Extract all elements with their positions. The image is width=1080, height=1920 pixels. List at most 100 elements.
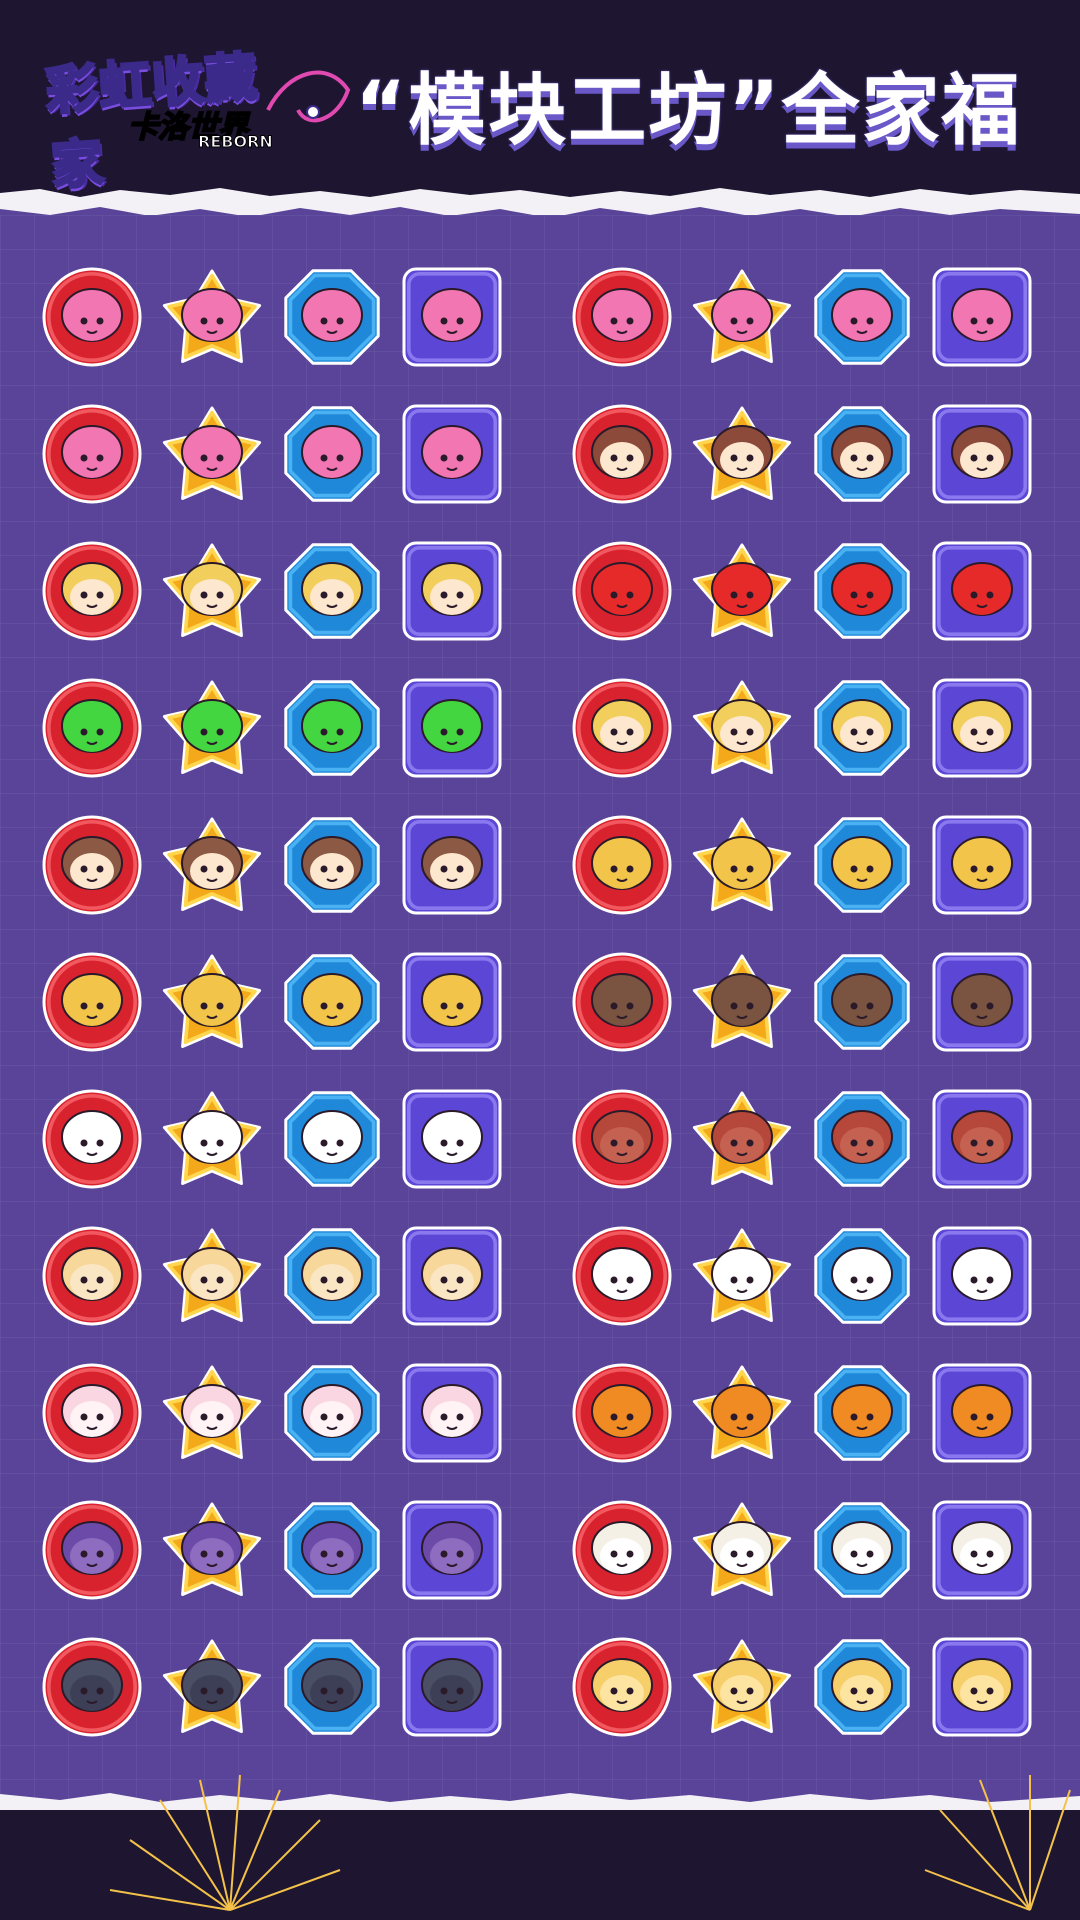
orange-devil-creature-red-circle-badge[interactable] [570, 1361, 674, 1465]
cheese-creature-blue-octagon-badge[interactable] [280, 1224, 384, 1328]
spiky-yellow-creature-red-circle-badge[interactable] [570, 1635, 674, 1739]
purple-square-frame-icon [402, 952, 502, 1052]
red-horned-creature-purple-square-badge[interactable] [930, 539, 1034, 643]
cheese-creature-purple-square-badge[interactable] [400, 1224, 504, 1328]
pink-fuzzy-q-cap-blue-octagon-badge[interactable] [810, 265, 914, 369]
pink-fuzzy-q-cap-gold-star-badge[interactable] [690, 265, 794, 369]
spiky-yellow-creature-blue-octagon-badge[interactable] [810, 1635, 914, 1739]
yellow-cat-sunglasses-red-circle-badge[interactable] [40, 950, 144, 1054]
cheese-creature-gold-star-badge[interactable] [160, 1224, 264, 1328]
white-cat-gold-star-badge[interactable] [160, 1087, 264, 1191]
red-brown-cat-red-circle-badge[interactable] [570, 1087, 674, 1191]
purple-creature-star-hat-red-circle-badge[interactable] [40, 1498, 144, 1602]
cheese-creature-red-circle-badge[interactable] [40, 1224, 144, 1328]
blonde-boy-nightcap-purple-square-badge[interactable] [400, 539, 504, 643]
white-maid-cat-red-circle-badge[interactable] [570, 1498, 674, 1602]
purple-creature-star-hat-purple-square-badge[interactable] [400, 1498, 504, 1602]
white-maid-cat-gold-star-badge[interactable] [690, 1498, 794, 1602]
pink-fuzzy-creature-red-circle-badge[interactable] [40, 265, 144, 369]
gold-star-frame-icon [162, 1228, 262, 1322]
pink-fuzzy-q-cap-red-circle-badge[interactable] [570, 265, 674, 369]
brown-cat-purple-square-badge[interactable] [930, 950, 1034, 1054]
blonde-boy-goggles-blue-octagon-badge[interactable] [810, 676, 914, 780]
purple-square-frame-icon [932, 404, 1032, 504]
pink-fuzzy-q-cap-purple-square-badge[interactable] [930, 265, 1034, 369]
red-circle-frame-icon [42, 1363, 142, 1463]
white-fluffy-creature-blue-octagon-badge[interactable] [280, 1361, 384, 1465]
white-hamster-cat-red-circle-badge[interactable] [570, 1224, 674, 1328]
purple-square-frame-icon [402, 678, 502, 778]
red-horned-creature-blue-octagon-badge[interactable] [810, 539, 914, 643]
white-cat-purple-square-badge[interactable] [400, 1087, 504, 1191]
pink-fuzzy-creature-purple-square-badge[interactable] [400, 265, 504, 369]
brown-cat-red-circle-badge[interactable] [570, 950, 674, 1054]
pink-fuzzy-creature-cap-purple-square-badge[interactable] [400, 402, 504, 506]
yellow-cat-sunglasses-blue-octagon-badge[interactable] [280, 950, 384, 1054]
green-cap-dark-creature-blue-octagon-badge[interactable] [280, 1635, 384, 1739]
yellow-cat-cap-red-circle-badge[interactable] [570, 813, 674, 917]
orange-devil-creature-gold-star-badge[interactable] [690, 1361, 794, 1465]
white-fluffy-creature-purple-square-badge[interactable] [400, 1361, 504, 1465]
red-brown-cat-purple-square-badge[interactable] [930, 1087, 1034, 1191]
red-circle-frame-icon [572, 267, 672, 367]
red-brown-cat-blue-octagon-badge[interactable] [810, 1087, 914, 1191]
various-boys-purple-square-badge[interactable] [930, 402, 1034, 506]
red-circle-frame-icon [42, 404, 142, 504]
orange-devil-creature-purple-square-badge[interactable] [930, 1361, 1034, 1465]
white-maid-cat-blue-octagon-badge[interactable] [810, 1498, 914, 1602]
pink-fuzzy-creature-cap-red-circle-badge[interactable] [40, 402, 144, 506]
blonde-boy-goggles-gold-star-badge[interactable] [690, 676, 794, 780]
red-horned-creature-red-circle-badge[interactable] [570, 539, 674, 643]
green-spiky-creature-gold-star-badge[interactable] [160, 676, 264, 780]
spiky-yellow-creature-gold-star-badge[interactable] [690, 1635, 794, 1739]
red-horned-creature-gold-star-badge[interactable] [690, 539, 794, 643]
brown-cat-ear-boy-gold-star-badge[interactable] [160, 813, 264, 917]
white-cat-red-circle-badge[interactable] [40, 1087, 144, 1191]
green-cap-dark-creature-gold-star-badge[interactable] [160, 1635, 264, 1739]
yellow-cat-cap-blue-octagon-badge[interactable] [810, 813, 914, 917]
yellow-cat-sunglasses-purple-square-badge[interactable] [400, 950, 504, 1054]
blonde-boy-goggles-purple-square-badge[interactable] [930, 676, 1034, 780]
pink-fuzzy-creature-cap-blue-octagon-badge[interactable] [280, 402, 384, 506]
badge-row [570, 1635, 1074, 1740]
blonde-boy-goggles-red-circle-badge[interactable] [570, 676, 674, 780]
white-fluffy-creature-red-circle-badge[interactable] [40, 1361, 144, 1465]
gold-star-frame-icon [692, 1639, 792, 1733]
brown-cat-blue-octagon-badge[interactable] [810, 950, 914, 1054]
white-maid-cat-purple-square-badge[interactable] [930, 1498, 1034, 1602]
spiky-yellow-creature-purple-square-badge[interactable] [930, 1635, 1034, 1739]
badge-row [40, 1361, 544, 1466]
green-spiky-creature-purple-square-badge[interactable] [400, 676, 504, 780]
various-boys-blue-octagon-badge[interactable] [810, 402, 914, 506]
yellow-cat-cap-purple-square-badge[interactable] [930, 813, 1034, 917]
brown-cat-gold-star-badge[interactable] [690, 950, 794, 1054]
blonde-boy-nightcap-blue-octagon-badge[interactable] [280, 539, 384, 643]
blonde-boy-nightcap-gold-star-badge[interactable] [160, 539, 264, 643]
green-cap-dark-creature-red-circle-badge[interactable] [40, 1635, 144, 1739]
green-cap-dark-creature-purple-square-badge[interactable] [400, 1635, 504, 1739]
pink-fuzzy-creature-cap-gold-star-badge[interactable] [160, 402, 264, 506]
blue-octagon-frame-icon [814, 269, 910, 365]
white-fluffy-creature-gold-star-badge[interactable] [160, 1361, 264, 1465]
green-spiky-creature-blue-octagon-badge[interactable] [280, 676, 384, 780]
white-hamster-cat-purple-square-badge[interactable] [930, 1224, 1034, 1328]
red-brown-cat-gold-star-badge[interactable] [690, 1087, 794, 1191]
yellow-cat-cap-gold-star-badge[interactable] [690, 813, 794, 917]
green-spiky-creature-red-circle-badge[interactable] [40, 676, 144, 780]
brown-cat-ear-boy-purple-square-badge[interactable] [400, 813, 504, 917]
various-boys-gold-star-badge[interactable] [690, 402, 794, 506]
various-boys-red-circle-badge[interactable] [570, 402, 674, 506]
orange-devil-creature-blue-octagon-badge[interactable] [810, 1361, 914, 1465]
purple-creature-star-hat-blue-octagon-badge[interactable] [280, 1498, 384, 1602]
pink-fuzzy-creature-blue-octagon-badge[interactable] [280, 265, 384, 369]
brown-cat-ear-boy-red-circle-badge[interactable] [40, 813, 144, 917]
white-hamster-cat-gold-star-badge[interactable] [690, 1224, 794, 1328]
brown-cat-ear-boy-blue-octagon-badge[interactable] [280, 813, 384, 917]
purple-creature-star-hat-gold-star-badge[interactable] [160, 1498, 264, 1602]
purple-square-frame-icon [402, 1637, 502, 1737]
white-hamster-cat-blue-octagon-badge[interactable] [810, 1224, 914, 1328]
blonde-boy-nightcap-red-circle-badge[interactable] [40, 539, 144, 643]
pink-fuzzy-creature-gold-star-badge[interactable] [160, 265, 264, 369]
yellow-cat-sunglasses-gold-star-badge[interactable] [160, 950, 264, 1054]
white-cat-blue-octagon-badge[interactable] [280, 1087, 384, 1191]
